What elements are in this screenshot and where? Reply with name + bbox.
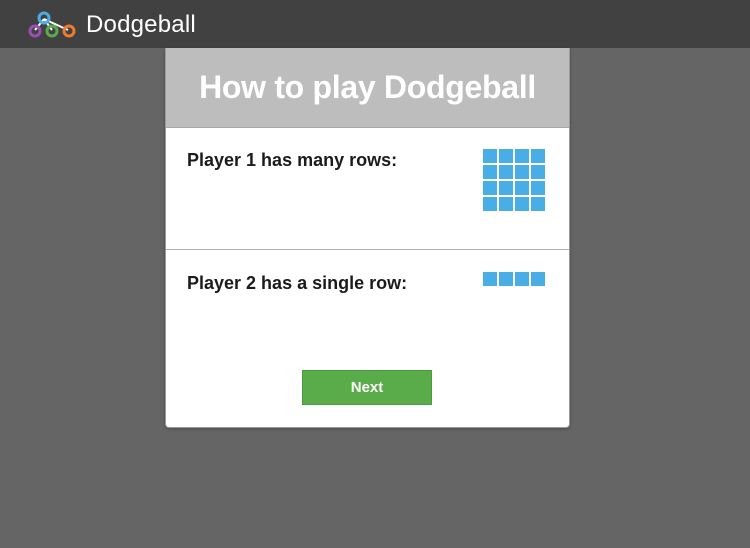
grid-cell xyxy=(515,181,529,195)
grid-cell xyxy=(499,149,513,163)
player-2-label: Player 2 has a single row: xyxy=(187,273,408,293)
grid-cell xyxy=(483,197,497,211)
grid-cell xyxy=(483,149,497,163)
grid-cell xyxy=(515,165,529,179)
grid-cell xyxy=(499,197,513,211)
grid-cell xyxy=(515,272,529,286)
dialog-title: How to play Dodgeball xyxy=(199,69,536,105)
grid-cell xyxy=(483,181,497,195)
player-1-grid-icon xyxy=(483,149,545,211)
top-bar: Dodgeball xyxy=(0,0,750,48)
player-2-grid-icon xyxy=(483,272,545,286)
grid-cell xyxy=(483,165,497,179)
player-1-label: Player 1 has many rows: xyxy=(187,150,398,170)
grid-cell xyxy=(499,272,513,286)
player-1-section: Player 1 has many rows: xyxy=(166,128,569,250)
app-title: Dodgeball xyxy=(86,11,196,38)
next-button[interactable]: Next xyxy=(302,370,432,405)
dodgeball-logo-icon xyxy=(28,11,76,38)
grid-cell xyxy=(499,165,513,179)
grid-cell xyxy=(531,165,545,179)
grid-cell xyxy=(515,149,529,163)
player-2-section: Player 2 has a single row: Next xyxy=(166,250,569,420)
grid-cell xyxy=(531,197,545,211)
grid-cell xyxy=(531,272,545,286)
how-to-play-dialog: How to play Dodgeball Player 1 has many … xyxy=(165,48,570,428)
grid-cell xyxy=(499,181,513,195)
grid-cell xyxy=(515,197,529,211)
grid-cell xyxy=(531,149,545,163)
grid-cell xyxy=(483,272,497,286)
dialog-header: How to play Dodgeball xyxy=(166,48,569,128)
grid-cell xyxy=(531,181,545,195)
